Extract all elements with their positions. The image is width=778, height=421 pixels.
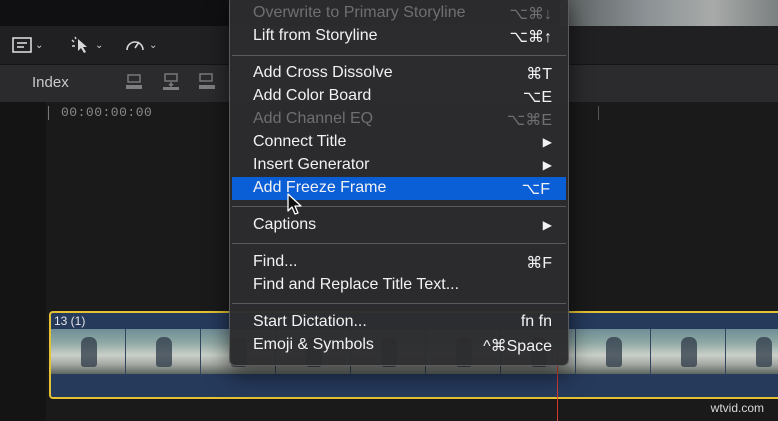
menu-item-add-freeze-frame[interactable]: Add Freeze Frame ⌥F: [232, 177, 566, 200]
menu-item-label: Overwrite to Primary Storyline: [253, 4, 466, 21]
append-clip-icon[interactable]: [198, 73, 216, 91]
chevron-down-icon: ⌄: [35, 39, 44, 51]
clip-frame-thumbnail: [576, 329, 651, 374]
timeline-gutter: [0, 102, 46, 421]
index-button[interactable]: Index: [32, 74, 69, 91]
clip-frame-thumbnail: [651, 329, 726, 374]
viewer-preview-image: [560, 0, 778, 26]
clip-appearance-button[interactable]: ⌄: [12, 35, 43, 55]
speed-retime-button[interactable]: ⌄: [124, 35, 157, 55]
menu-separator: [232, 206, 566, 207]
menu-item-shortcut: ⌥⌘↑: [509, 29, 552, 46]
menu-item-label: Emoji & Symbols: [253, 336, 374, 353]
speed-retime-icon: [126, 41, 144, 51]
menu-item-insert-generator[interactable]: Insert Generator ▶: [230, 154, 568, 177]
menu-item-label: Insert Generator: [253, 156, 370, 173]
clip-frame-thumbnail: [726, 329, 778, 374]
menu-item-overwrite-primary-storyline: Overwrite to Primary Storyline ⌥⌘↓: [230, 2, 568, 25]
menu-separator: [232, 303, 566, 304]
menu-item-shortcut: ⌥⌘E: [506, 112, 552, 129]
menu-item-label: Add Channel EQ: [253, 110, 374, 127]
watermark: wtvid.com: [710, 401, 764, 415]
context-menu: Overwrite to Primary Storyline ⌥⌘↓ Lift …: [229, 0, 569, 366]
submenu-arrow-icon: ▶: [542, 158, 552, 172]
menu-item-add-color-board[interactable]: Add Color Board ⌥E: [230, 85, 568, 108]
menu-item-shortcut: ⌥E: [522, 89, 552, 106]
menu-item-label: Add Freeze Frame: [253, 179, 387, 196]
clip-frame-thumbnail: [51, 329, 126, 374]
menu-item-shortcut: ⌥⌘↓: [509, 6, 552, 23]
menu-item-label: Start Dictation...: [253, 313, 367, 330]
menu-item-label: Captions: [253, 216, 317, 233]
connect-clip-icon[interactable]: [125, 73, 143, 91]
mouse-pointer-icon: [287, 193, 302, 215]
clip-frame-thumbnail: [126, 329, 201, 374]
menu-item-shortcut: ⌥F: [521, 181, 550, 198]
ruler-start-tick: [48, 106, 49, 120]
menu-item-add-channel-eq: Add Channel EQ ⌥⌘E: [230, 108, 568, 131]
menu-separator: [232, 243, 566, 244]
timeline-timecode: 00:00:00:00: [61, 105, 153, 120]
chevron-down-icon: ⌄: [95, 39, 104, 51]
menu-item-label: Add Color Board: [253, 87, 372, 104]
ruler-tick: [598, 106, 599, 120]
menu-item-captions[interactable]: Captions ▶: [230, 214, 568, 237]
submenu-arrow-icon: ▶: [542, 218, 552, 232]
insert-clip-icon[interactable]: [162, 73, 180, 91]
menu-separator: [232, 55, 566, 56]
select-tool-icon: [71, 36, 87, 53]
submenu-arrow-icon: ▶: [542, 135, 552, 149]
menu-item-start-dictation[interactable]: Start Dictation... fn fn: [230, 311, 568, 334]
menu-item-label: Connect Title: [253, 133, 347, 150]
menu-item-label: Find and Replace Title Text...: [253, 276, 460, 293]
select-tool-button[interactable]: ⌄: [70, 35, 103, 55]
menu-item-label: Lift from Storyline: [253, 27, 378, 44]
menu-item-shortcut: ⌘T: [526, 66, 552, 83]
clip-appearance-icon: [12, 37, 32, 53]
menu-item-label: Find...: [253, 253, 298, 270]
menu-item-shortcut: ⌘F: [526, 255, 552, 272]
menu-item-lift-from-storyline[interactable]: Lift from Storyline ⌥⌘↑: [230, 25, 568, 48]
menu-item-connect-title[interactable]: Connect Title ▶: [230, 131, 568, 154]
menu-item-emoji-and-symbols[interactable]: Emoji & Symbols ^⌘Space: [230, 334, 568, 357]
clip-title: 13 (1): [54, 314, 86, 328]
menu-item-shortcut: fn fn: [520, 313, 552, 330]
menu-item-find-and-replace-title-text[interactable]: Find and Replace Title Text...: [230, 274, 568, 297]
menu-item-find[interactable]: Find... ⌘F: [230, 251, 568, 274]
chevron-down-icon: ⌄: [149, 39, 158, 51]
menu-item-shortcut: ^⌘Space: [483, 338, 552, 355]
menu-item-label: Add Cross Dissolve: [253, 64, 393, 81]
menu-item-add-cross-dissolve[interactable]: Add Cross Dissolve ⌘T: [230, 62, 568, 85]
